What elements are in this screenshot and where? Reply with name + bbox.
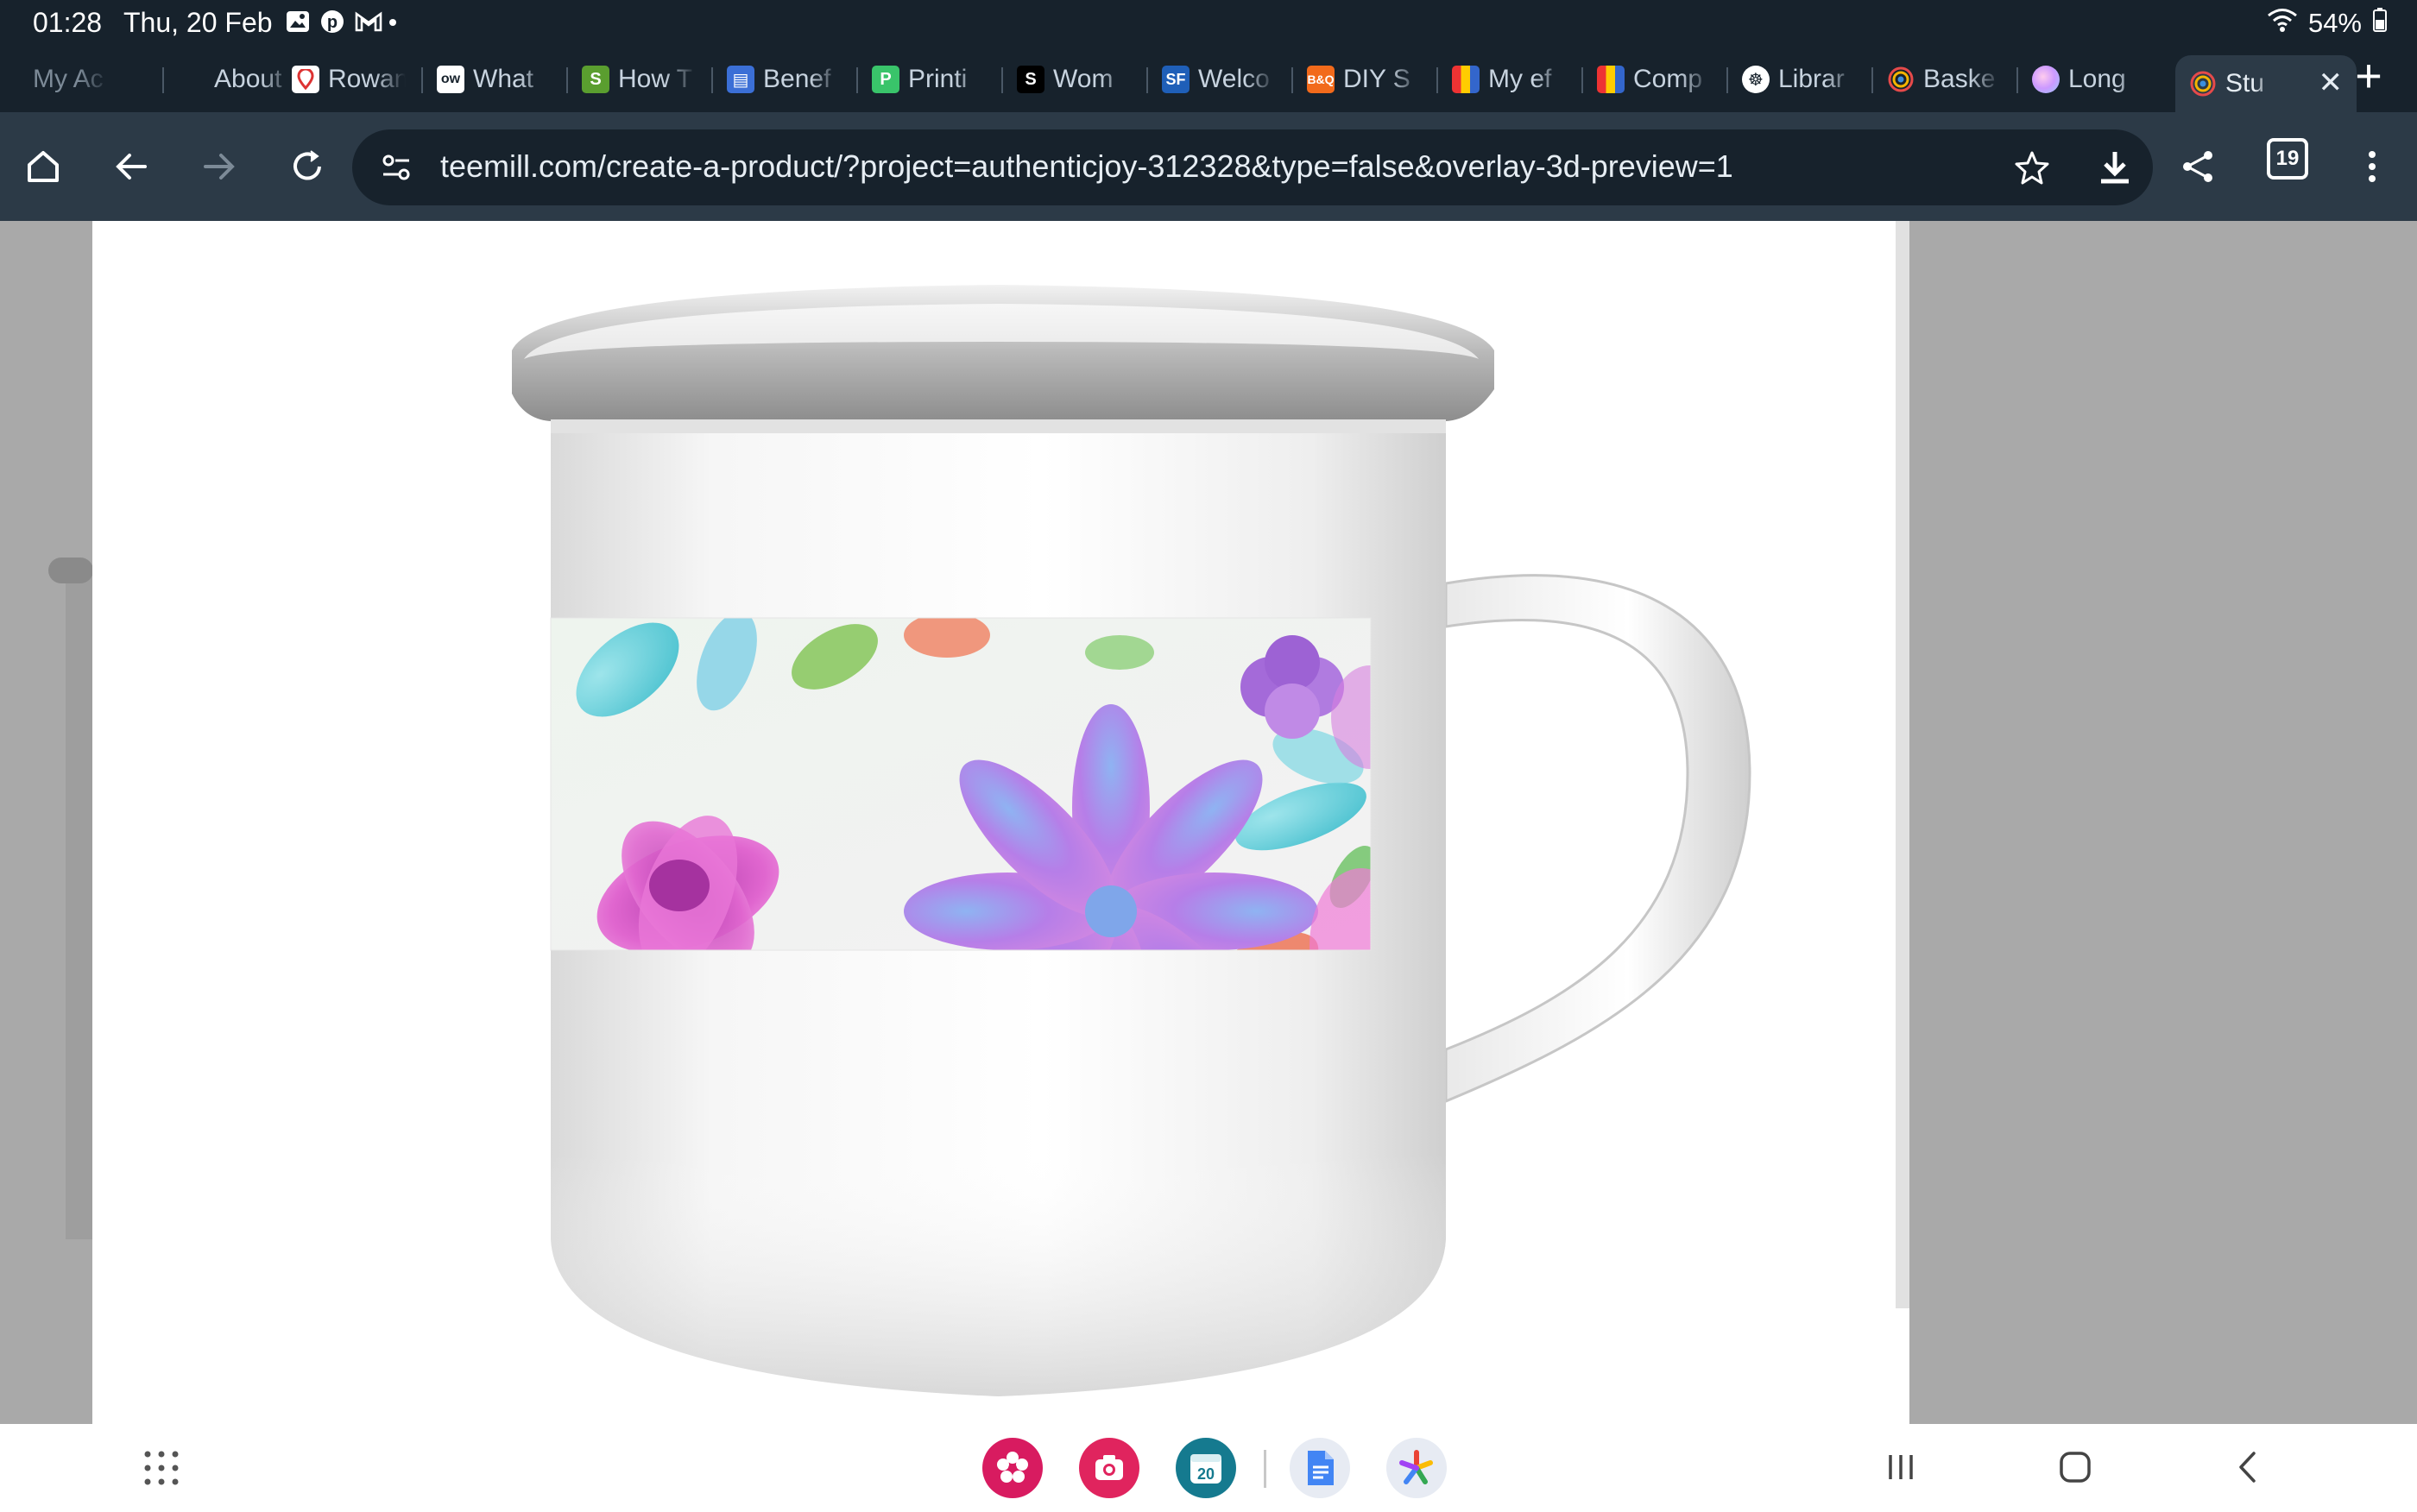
- printify-favicon: P: [872, 66, 899, 93]
- back-arrow-icon[interactable]: [105, 141, 157, 192]
- calendar-app-icon[interactable]: 20: [1176, 1438, 1236, 1498]
- circle-favicon: [2032, 66, 2060, 93]
- notification-icons: p: [285, 9, 397, 35]
- tab-label: Benef: [763, 65, 831, 93]
- teemill-favicon: [1887, 66, 1915, 93]
- tab-label: Wom: [1053, 65, 1114, 93]
- site-settings-icon[interactable]: [378, 148, 416, 186]
- tab-15-active[interactable]: Stu ✕: [2175, 55, 2357, 112]
- tab-label: Welco: [1198, 65, 1270, 93]
- pinwheel-app-icon[interactable]: [1386, 1438, 1447, 1498]
- back-nav-icon[interactable]: [2231, 1450, 2265, 1489]
- bars-favicon: [1452, 66, 1480, 93]
- page-edge-scrollbar[interactable]: [1896, 221, 1909, 1308]
- tab-count-button[interactable]: 19: [2267, 138, 2308, 180]
- sheets-favicon: ▤: [727, 66, 754, 93]
- tab-label: Printi: [908, 65, 968, 93]
- close-tab-icon[interactable]: ✕: [2319, 66, 2344, 100]
- wifi-icon: [2267, 7, 2298, 40]
- bookmark-star-icon[interactable]: [2013, 148, 2051, 186]
- product-preview-card: [92, 221, 1909, 1424]
- download-icon[interactable]: [2094, 147, 2136, 188]
- background-handle: [48, 558, 93, 583]
- recent-apps-icon[interactable]: [1884, 1450, 1918, 1489]
- tab-label: Stu: [2225, 69, 2265, 98]
- gallery-icon: [285, 9, 311, 35]
- ow-favicon: ow: [437, 66, 464, 93]
- tab-label: How T: [618, 65, 693, 93]
- battery-level: 54%: [2307, 8, 2362, 38]
- taskbar: 20: [0, 1424, 2417, 1512]
- tab-14[interactable]: Long: [2018, 55, 2163, 104]
- shopify-favicon: S: [582, 66, 609, 93]
- home-icon[interactable]: [17, 141, 69, 192]
- browser-toolbar: teemill.com/create-a-product/?project=au…: [0, 112, 2417, 221]
- tab-label: Comp: [1633, 65, 1703, 93]
- more-dot-icon: [388, 9, 397, 35]
- home-nav-icon[interactable]: [2058, 1450, 2092, 1489]
- tab-label: DIY S: [1343, 65, 1410, 93]
- url-text[interactable]: teemill.com/create-a-product/?project=au…: [440, 148, 1733, 185]
- battery-icon: [2372, 7, 2388, 40]
- mug-3d-preview[interactable]: [92, 221, 1909, 1424]
- tab-5[interactable]: ▤ Benef: [713, 55, 858, 104]
- pinterest-icon: p: [319, 9, 345, 35]
- tab-4[interactable]: S How T: [568, 55, 713, 104]
- bq-favicon: B&Q: [1307, 66, 1335, 93]
- status-time: 01:28: [33, 7, 103, 38]
- tab-label: My ef: [1488, 65, 1552, 93]
- tab-0[interactable]: My Ac: [19, 55, 164, 104]
- tab-3[interactable]: ow What: [423, 55, 568, 104]
- tab-label: Rowan: [328, 65, 406, 93]
- tab-11[interactable]: Comp: [1583, 55, 1728, 104]
- rowan-favicon: [292, 66, 319, 93]
- tab-2[interactable]: Rowan: [278, 55, 423, 104]
- share-icon[interactable]: [2172, 141, 2224, 192]
- tab-13[interactable]: Baske: [1873, 55, 2018, 104]
- sf-favicon: SF: [1162, 66, 1190, 93]
- tab-label: Long: [2068, 65, 2126, 93]
- dock-divider: [1264, 1450, 1266, 1488]
- web-content: [0, 221, 2417, 1424]
- library-favicon: ☸: [1742, 66, 1770, 93]
- new-tab-button[interactable]: +: [2344, 52, 2393, 100]
- tab-12[interactable]: ☸ Librar: [1728, 55, 1873, 104]
- app-drawer-icon[interactable]: [143, 1450, 180, 1490]
- tab-6[interactable]: P Printi: [858, 55, 1003, 104]
- svg-text:p: p: [327, 13, 338, 32]
- tab-7[interactable]: S Wom: [1003, 55, 1148, 104]
- tab-label: Baske: [1923, 65, 1996, 93]
- blank-favicon: [178, 66, 205, 93]
- tab-8[interactable]: SF Welco: [1148, 55, 1293, 104]
- reload-icon[interactable]: [281, 141, 333, 192]
- status-date: Thu, 20 Feb: [123, 7, 273, 38]
- s-favicon: S: [1017, 66, 1044, 93]
- tab-label: What: [473, 65, 534, 93]
- menu-kebab-icon[interactable]: [2346, 141, 2398, 192]
- tab-9[interactable]: B&Q DIY S: [1293, 55, 1438, 104]
- calendar-day: 20: [1197, 1465, 1215, 1483]
- address-bar[interactable]: teemill.com/create-a-product/?project=au…: [352, 129, 2153, 205]
- teemill-favicon: [2189, 70, 2217, 98]
- tab-label: My Ac: [33, 65, 104, 93]
- forward-arrow-icon[interactable]: [193, 141, 245, 192]
- bars-favicon: [1597, 66, 1625, 93]
- docs-app-icon[interactable]: [1290, 1438, 1350, 1498]
- gmail-icon: [354, 9, 382, 35]
- camera-app-icon[interactable]: [1079, 1438, 1139, 1498]
- background-panel-edge: [66, 566, 93, 1239]
- blossom-app-icon[interactable]: [982, 1438, 1043, 1498]
- status-bar: 01:28 Thu, 20 Feb p 54%: [0, 0, 2417, 47]
- tab-label: Librar: [1778, 65, 1845, 93]
- tab-strip: My Ac About Rowan ow What S How T ▤ Benef P…: [0, 47, 2417, 112]
- tab-10[interactable]: My ef: [1438, 55, 1583, 104]
